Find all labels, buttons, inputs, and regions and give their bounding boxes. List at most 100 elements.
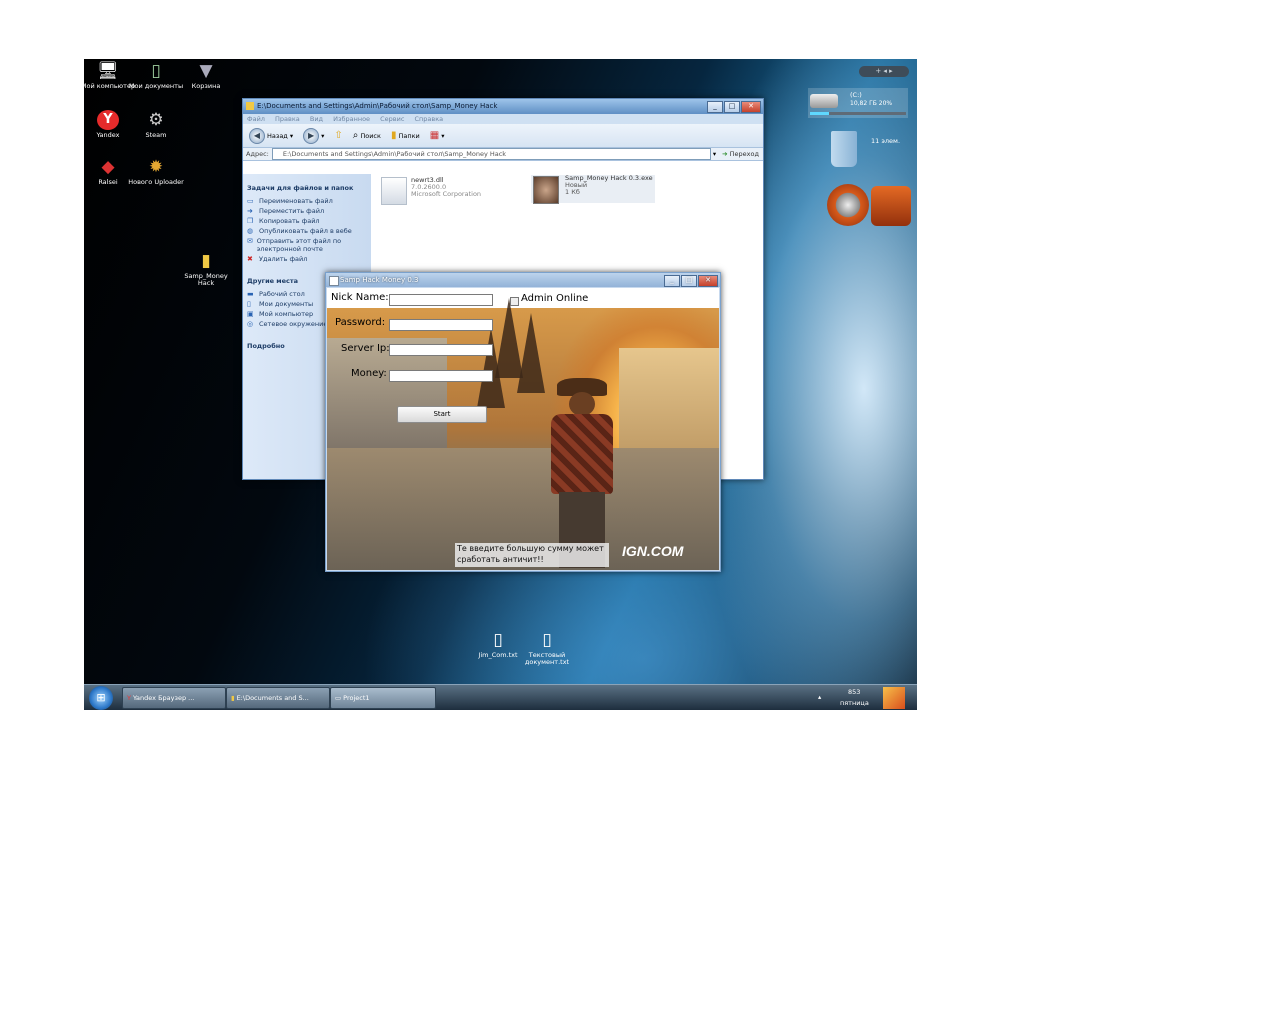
place-label: Сетевое окружение (259, 320, 328, 328)
desktop-icon-jim-txt[interactable]: ▯ Jim_Com.txt (470, 630, 526, 659)
back-arrow-icon: ◀ (249, 127, 265, 144)
desktop-icon-samp-folder[interactable]: ▮ Samp_Money Hack (178, 251, 234, 287)
file-item-selected[interactable]: Samp_Money Hack 0.3.exe Новый 1 Кб (531, 175, 655, 204)
admin-online-checkbox[interactable] (510, 297, 519, 306)
password-input[interactable] (389, 319, 493, 331)
close-button[interactable]: ✕ (741, 101, 761, 113)
media-player-gadget[interactable] (827, 184, 913, 228)
app-icon: ◆ (101, 157, 115, 177)
back-label: Назад (267, 131, 288, 140)
player-panel (871, 186, 911, 226)
system-tray: ▴ 853 пятница (814, 687, 914, 709)
text-file-icon: ▯ (542, 630, 552, 650)
menu-item-help[interactable]: Справка (415, 115, 444, 123)
up-folder-icon: ⇧ (334, 130, 343, 141)
desktop-icon-recycle-bin[interactable]: ▼ Корзина (178, 61, 234, 90)
hack-titlebar[interactable]: Samp Hack Money 0.3 _ □ ✕ (326, 273, 720, 287)
show-desktop-thumbnail[interactable] (883, 687, 905, 709)
minimize-button[interactable]: _ (664, 275, 680, 287)
place-label: Мои документы (259, 300, 314, 308)
yandex-icon: Y (127, 694, 131, 702)
views-button[interactable]: ▦ ▾ (430, 130, 445, 141)
app-window-icon (329, 276, 339, 286)
menu-item-view[interactable]: Вид (310, 115, 323, 123)
start-button[interactable]: Start (397, 406, 487, 423)
tray-expand-icon[interactable]: ▴ (818, 693, 821, 701)
go-label: Переход (729, 150, 759, 158)
file-item[interactable]: newrt3.dll 7.0.2600.0 Microsoft Corporat… (381, 177, 521, 205)
taskbar-button-project1[interactable]: ▭ Project1 (330, 687, 436, 709)
maximize-button[interactable]: □ (681, 275, 697, 287)
task-label: Копировать файл (259, 217, 320, 225)
explorer-titlebar[interactable]: E:\Documents and Settings\Admin\Рабочий … (243, 99, 763, 114)
move-icon: ➜ (247, 207, 253, 215)
menu-item-tools[interactable]: Сервис (380, 115, 404, 123)
menu-item-file[interactable]: Файл (247, 115, 265, 123)
close-button[interactable]: ✕ (698, 275, 718, 287)
desktop-icon-my-documents[interactable]: ▯ Мои документы (128, 61, 184, 90)
recycle-bin-icon (831, 131, 857, 167)
drive-gadget[interactable]: (C:) 10,82 ГБ 20% (808, 88, 908, 118)
gadget-toolbar[interactable]: + ◂ ▸ (859, 66, 909, 77)
nick-name-input[interactable] (389, 294, 493, 306)
task-rename[interactable]: ▭ Переименовать файл (247, 197, 371, 205)
file-tasks-heading[interactable]: Задачи для файлов и папок (247, 184, 371, 192)
clock-time[interactable]: 853 (848, 688, 860, 696)
task-email[interactable]: ✉ Отправить этот файл по электронной почт… (247, 237, 371, 253)
desktop: 🖥 Мой компьютер ▯ Мои документы ▼ Корзин… (84, 59, 917, 710)
ign-watermark: IGN.COM (622, 543, 684, 559)
task-publish[interactable]: ◍ Опубликовать файл в вебе (247, 227, 371, 235)
back-button[interactable]: ◀ Назад ▾ (249, 127, 293, 144)
warning-message: Те введите большую сумму может сработать… (455, 543, 609, 567)
menu-item-favorites[interactable]: Избранное (333, 115, 370, 123)
recycle-bin-gadget[interactable]: 11 элем. (829, 131, 909, 171)
delete-icon: ✖ (247, 255, 253, 263)
task-delete[interactable]: ✖ Удалить файл (247, 255, 371, 263)
desktop-icon-text-doc[interactable]: ▯ Текстовый документ.txt (519, 630, 575, 666)
money-label: Money: (351, 368, 387, 379)
samp-hack-window[interactable]: Samp Hack Money 0.3 _ □ ✕ Nick Name: Adm… (325, 272, 721, 572)
steam-icon: ⚙ (148, 110, 164, 130)
desktop-icon-label: Yandex (96, 131, 120, 139)
server-ip-input[interactable] (389, 344, 493, 356)
task-label: Удалить файл (259, 255, 308, 263)
file-type: Новый (565, 181, 588, 189)
minimize-button[interactable]: _ (707, 101, 723, 113)
documents-icon: ▯ (247, 300, 251, 308)
desktop-icon-label: Корзина (191, 82, 221, 90)
desktop-icon-label: Samp_Money Hack (184, 272, 228, 287)
copy-icon: ❐ (247, 217, 254, 225)
desktop-icon-label: Мои документы (128, 82, 184, 90)
up-folder-button[interactable]: ⇧ (334, 130, 342, 141)
start-button[interactable]: ⊞ (89, 686, 113, 710)
file-size: 1 Кб (565, 188, 580, 196)
mail-icon: ✉ (247, 237, 253, 245)
taskbar-button-explorer[interactable]: ▮ E:\Documents and S... (226, 687, 330, 709)
money-input[interactable] (389, 370, 493, 382)
player-disc-icon (827, 184, 869, 226)
folders-icon: ▮ (390, 130, 397, 141)
folder-icon: ▮ (201, 251, 211, 271)
drive-icon (810, 94, 838, 108)
maximize-button[interactable]: □ (724, 101, 740, 113)
documents-icon: ▯ (151, 61, 161, 81)
tree (477, 328, 505, 408)
uploader-icon: ✹ (148, 157, 164, 177)
task-copy[interactable]: ❐ Копировать файл (247, 217, 371, 225)
address-field[interactable]: E:\Documents and Settings\Admin\Рабочий … (271, 148, 711, 160)
text-file-icon: ▯ (493, 630, 503, 650)
go-button[interactable]: ➔ Переход (718, 150, 763, 158)
taskbar-button-yandex[interactable]: Y Yandex Браузер ... (122, 687, 226, 709)
explorer-toolbar: ◀ Назад ▾ ▶ ▾ ⇧ ⌕ Поиск ▮ Папки ▦ ▾ (243, 124, 763, 148)
menu-item-edit[interactable]: Правка (275, 115, 300, 123)
desktop-icon-label: Jim_Com.txt (478, 651, 518, 659)
folders-button[interactable]: ▮ Папки (391, 130, 420, 141)
desktop-icon-steam[interactable]: ⚙ Steam (128, 110, 184, 139)
address-dropdown-icon[interactable]: ▾ (711, 150, 718, 158)
address-label: Адрес: (246, 150, 269, 158)
task-move[interactable]: ➜ Переместить файл (247, 207, 371, 215)
clock-day[interactable]: пятница (840, 699, 869, 707)
forward-button[interactable]: ▶ ▾ (303, 127, 324, 144)
search-button[interactable]: ⌕ Поиск (353, 130, 381, 141)
desktop-icon-uploader[interactable]: ✹ Нового Uploader (128, 157, 184, 186)
